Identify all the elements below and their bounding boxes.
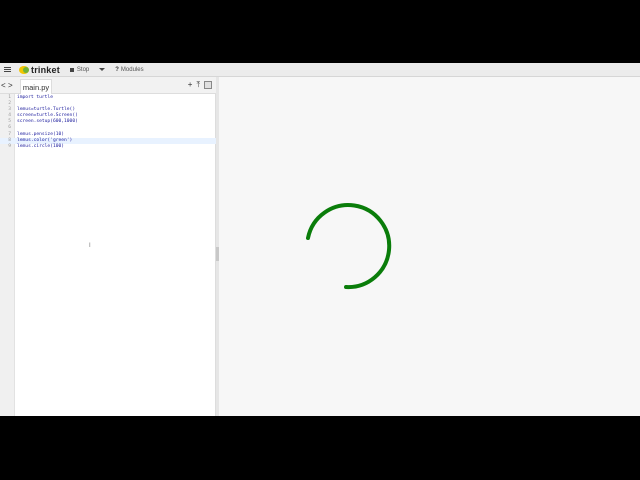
tab-scroll-right-icon[interactable]: >: [8, 81, 13, 90]
code-area[interactable]: 1 import turtle 2 3 lemus=turtle.Turtle() …: [0, 95, 216, 150]
mouse-cursor-icon: I: [89, 243, 91, 249]
hamburger-menu-icon[interactable]: [4, 67, 11, 72]
turtle-output-canvas[interactable]: [219, 77, 640, 416]
trinket-logo[interactable]: trinket: [19, 65, 60, 75]
run-options-dropdown-icon[interactable]: [99, 68, 106, 71]
tab-scroll-left-icon[interactable]: <: [1, 81, 6, 90]
turtle-drawing: [306, 203, 392, 290]
modules-button[interactable]: ? Modules: [115, 67, 143, 73]
file-tab-bar: < > main.py + ⤒: [0, 77, 216, 94]
add-file-icon[interactable]: +: [188, 81, 193, 89]
stop-icon: [69, 67, 74, 72]
upload-icon[interactable]: ⤒: [196, 81, 200, 89]
logo-text: trinket: [31, 64, 60, 75]
code-line: 9 lemus.circle(100): [0, 144, 216, 150]
line-number: 9: [8, 143, 11, 149]
help-icon: ?: [115, 66, 119, 73]
modules-label: Modules: [120, 66, 144, 73]
code-editor-pane: < > main.py + ⤒ 1 import turtle 2 3 lemus=…: [0, 77, 216, 416]
trinket-logo-icon: [19, 65, 29, 74]
stop-button[interactable]: Stop: [69, 66, 90, 73]
tab-main-py[interactable]: main.py: [20, 79, 52, 94]
file-actions: + ⤒: [188, 81, 212, 89]
trinket-app: trinket Stop ? Modules < > main.py + ⤒ 1…: [0, 63, 640, 416]
top-toolbar: trinket Stop ? Modules: [0, 63, 640, 77]
image-library-icon[interactable]: [204, 81, 212, 89]
code-text: lemus.circle(100): [17, 143, 65, 149]
stop-label: Stop: [76, 66, 90, 73]
green-circle-arc: [306, 203, 392, 290]
